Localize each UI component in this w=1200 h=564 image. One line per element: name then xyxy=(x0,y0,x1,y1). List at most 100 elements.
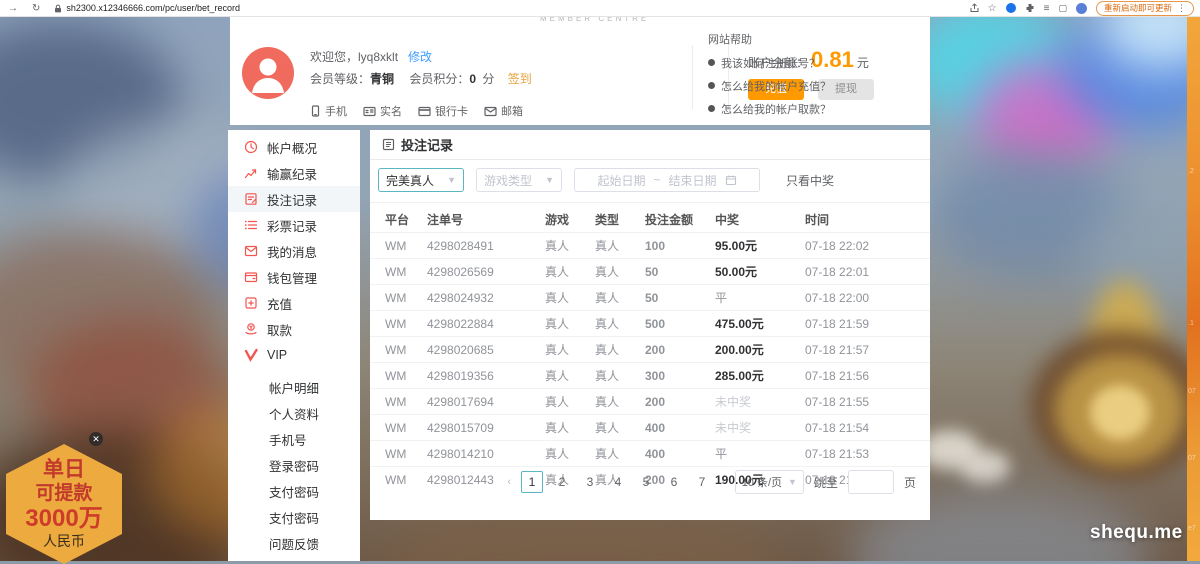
platform-select[interactable]: 完美真人 ▼ xyxy=(378,168,464,192)
welcome-row: 欢迎您，lyq8xklt修改 xyxy=(310,47,532,67)
table-row: WM4298017694真人真人200未中奖07-18 21:55 xyxy=(370,389,930,415)
update-browser-button[interactable]: 重新启动即可更新 ⋮ xyxy=(1096,1,1194,16)
address-bar[interactable]: sh2300.x12346666.com/pc/user/bet_record xyxy=(54,3,240,13)
next-page-icon[interactable]: › xyxy=(721,476,725,488)
message-icon xyxy=(244,244,258,258)
signin-link[interactable]: 签到 xyxy=(508,72,532,86)
sidebar-subitem-帐户明细[interactable]: 帐户明细 xyxy=(228,374,360,400)
user-info-panel: MEMBER CENTRE 欢迎您，lyq8xklt修改 会员等级：青铜 会员积… xyxy=(230,17,930,125)
win-only-filter[interactable]: 只看中奖 xyxy=(786,172,834,189)
cell-time: 07-18 22:00 xyxy=(805,285,930,311)
sidebar-item-投注记录[interactable]: 投注记录 xyxy=(228,186,360,212)
cell-platform: WM xyxy=(370,259,427,285)
cell-type: 真人 xyxy=(595,311,645,337)
prev-page-icon[interactable]: ‹ xyxy=(507,476,511,488)
sidebar-subitem-支付密码[interactable]: 支付密码 xyxy=(228,478,360,504)
verify-item-label: 邮箱 xyxy=(501,103,523,119)
promo-close-icon[interactable]: ✕ xyxy=(89,432,103,446)
jump-unit: 页 xyxy=(904,474,916,491)
cell-game: 真人 xyxy=(545,311,595,337)
sidebar-subitem-支付密码[interactable]: 支付密码 xyxy=(228,504,360,530)
extension-badge-icon[interactable] xyxy=(1006,3,1016,13)
help-item[interactable]: 怎么给我的帐户充值？ xyxy=(708,78,923,94)
right-edge-banner: .2.10707e7 xyxy=(1187,0,1200,561)
bankcard-icon xyxy=(418,106,431,117)
points-value: 0 xyxy=(469,72,476,86)
divider xyxy=(692,45,693,109)
page-button-5[interactable]: 5 xyxy=(637,472,655,492)
browser-menu-icon[interactable]: ⋮ xyxy=(1177,3,1186,14)
verify-item-label: 实名 xyxy=(380,103,402,119)
bullet-icon xyxy=(708,59,715,66)
page-button-6[interactable]: 6 xyxy=(665,472,683,492)
help-item[interactable]: 怎么给我的帐户取款？ xyxy=(708,101,923,117)
page-button-4[interactable]: 4 xyxy=(609,472,627,492)
cell-time: 07-18 21:53 xyxy=(805,441,930,467)
cell-win: 285.00元 xyxy=(715,363,805,389)
cell-platform: WM xyxy=(370,415,427,441)
bookmark-star-icon[interactable]: ☆ xyxy=(988,3,997,14)
verify-item-label: 银行卡 xyxy=(435,103,468,119)
platform-select-value: 完美真人 xyxy=(386,172,434,189)
sidebar-item-钱包管理[interactable]: 钱包管理 xyxy=(228,264,360,290)
verify-item: 手机 xyxy=(310,103,347,119)
cell-order: 4298024932 xyxy=(427,285,545,311)
sidebar-item-label: VIP xyxy=(267,348,287,362)
table-row: WM4298022884真人真人500475.00元07-18 21:59 xyxy=(370,311,930,337)
cell-platform: WM xyxy=(370,311,427,337)
lock-icon xyxy=(54,4,62,13)
sidebar-subitem-登录密码[interactable]: 登录密码 xyxy=(228,452,360,478)
cell-amount: 200 xyxy=(645,337,715,363)
game-type-select[interactable]: 游戏类型 ▼ xyxy=(476,168,562,192)
verify-item-label: 手机 xyxy=(325,103,347,119)
sidebar-item-取款[interactable]: 取款 xyxy=(228,316,360,342)
cell-time: 07-18 22:01 xyxy=(805,259,930,285)
sidebar-subitem-个人资料[interactable]: 个人资料 xyxy=(228,400,360,426)
table-row: WM4298028491真人真人10095.00元07-18 22:02 xyxy=(370,233,930,259)
bet-record-panel: 投注记录 完美真人 ▼ 游戏类型 ▼ 起始日期 ~ 结束日期 只看中奖 平台注单… xyxy=(370,130,930,520)
panel-title: 投注记录 xyxy=(401,135,453,154)
verify-row: 手机 实名 银行卡 邮箱 xyxy=(310,103,523,119)
help-item[interactable]: 我该如何注册帐号？ xyxy=(708,55,923,71)
sidebar-submenu: 帐户明细个人资料手机号登录密码支付密码支付密码问题反馈 xyxy=(228,374,360,556)
reading-list-icon[interactable]: ≡ xyxy=(1044,3,1050,14)
sidebar-subitem-手机号[interactable]: 手机号 xyxy=(228,426,360,452)
page-button-1[interactable]: 1 xyxy=(521,471,543,493)
phone-icon xyxy=(310,105,321,117)
sidebar-item-充值[interactable]: 充值 xyxy=(228,290,360,316)
sidebar-item-彩票记录[interactable]: 彩票记录 xyxy=(228,212,360,238)
jump-page-input[interactable] xyxy=(848,470,894,494)
cell-order: 4298019356 xyxy=(427,363,545,389)
cell-type: 真人 xyxy=(595,363,645,389)
sidebar-subitem-问题反馈[interactable]: 问题反馈 xyxy=(228,530,360,556)
page-button-2[interactable]: 2 xyxy=(553,472,571,492)
verify-item: 实名 xyxy=(363,103,402,119)
page-size-select[interactable]: 10 条/页 ▼ xyxy=(735,470,804,494)
page-button-7[interactable]: 7 xyxy=(693,472,711,492)
modify-link[interactable]: 修改 xyxy=(408,50,432,64)
sidebar-item-VIP[interactable]: VIP xyxy=(228,342,360,368)
cell-win: 平 xyxy=(715,441,805,467)
date-range-input[interactable]: 起始日期 ~ 结束日期 xyxy=(574,168,760,192)
puzzle-icon[interactable] xyxy=(1025,3,1035,13)
sidebar-item-我的消息[interactable]: 我的消息 xyxy=(228,238,360,264)
cell-platform: WM xyxy=(370,467,427,493)
welcome-prefix: 欢迎您， xyxy=(310,50,358,64)
level-label: 会员等级： xyxy=(310,72,370,86)
reload-icon[interactable]: ↻ xyxy=(32,3,40,14)
share-icon[interactable] xyxy=(970,3,979,13)
cell-time: 07-18 21:57 xyxy=(805,337,930,363)
bullet-icon xyxy=(708,82,715,89)
profile-avatar-icon[interactable] xyxy=(1076,3,1087,14)
record-list-icon xyxy=(382,138,395,151)
page-button-3[interactable]: 3 xyxy=(581,472,599,492)
sidebar-item-输赢纪录[interactable]: 输赢纪录 xyxy=(228,160,360,186)
cell-game: 真人 xyxy=(545,415,595,441)
sidebar-item-帐户概况[interactable]: 帐户概况 xyxy=(228,134,360,160)
table-row: WM4298015709真人真人400未中奖07-18 21:54 xyxy=(370,415,930,441)
forward-icon[interactable]: → xyxy=(8,3,18,14)
update-browser-label: 重新启动即可更新 xyxy=(1104,2,1172,14)
watermark: shequ.me xyxy=(1090,522,1183,544)
cell-win: 50.00元 xyxy=(715,259,805,285)
side-panel-icon[interactable]: ▢ xyxy=(1058,3,1067,14)
